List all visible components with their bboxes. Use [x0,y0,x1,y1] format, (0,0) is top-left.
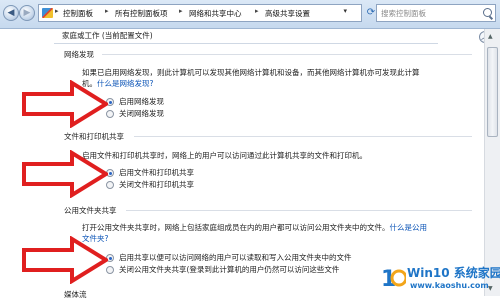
section-divider [126,210,472,211]
forward-button[interactable]: ▶ [19,5,35,21]
section-divider [134,136,472,137]
radio-label: 关闭公用文件夹共享(登录到此计算机的用户仍然可以访问这些文件 [119,265,340,274]
red-arrow-annotation [22,236,108,284]
red-arrow-annotation [22,150,108,198]
search-icon[interactable] [483,8,492,17]
profile-title: 家庭或工作 (当前配置文件) [62,31,153,40]
svg-text:1: 1 [381,267,396,292]
file-printer-description: 启用文件和打印机共享时，网络上的用户可以访问通过此计算机共享的文件和打印机。 [82,150,442,161]
back-button[interactable]: ◀ [3,5,19,21]
breadcrumb-all-items[interactable]: 所有控制面板项 [115,8,168,19]
section-title-file-printer-sharing: 文件和打印机共享 [64,132,124,141]
section-title-public-folder-sharing: 公用文件夹共享 [64,206,117,215]
vertical-scrollbar[interactable]: ▲ ▼ [484,29,500,296]
control-panel-icon [42,8,53,18]
description-text: 打开公用文件夹共享时，网络上包括家庭组成员在内的用户都可以访问公用文件夹中的文件… [82,223,390,232]
radio-label: 关闭文件和打印机共享 [119,180,194,189]
red-arrow-annotation [22,80,108,128]
section-title-network-discovery: 网络发现 [64,50,94,59]
address-bar[interactable]: ▸ 控制面板 ▸ 所有控制面板项 ▸ 网络和共享中心 ▸ 高级共享设置 ▾ [38,4,362,22]
radio-label: 关闭网络发现 [119,109,164,118]
description-text: 启用文件和打印机共享时，网络上的用户可以访问通过此计算机共享的文件和打印机。 [82,151,367,160]
site-watermark: 1 Win10 系统家园 www.kaoshu.com [380,262,500,296]
forward-arrow-icon: ▶ [23,8,31,18]
address-dropdown-icon[interactable]: ▾ [343,7,347,15]
profile-header[interactable]: 家庭或工作 (当前配置文件) ︿ [54,29,491,44]
radio-label: 启用网络发现 [119,97,164,106]
breadcrumb-control-panel[interactable]: 控制面板 [63,8,93,19]
public-folder-description: 打开公用文件夹共享时，网络上包括家庭组成员在内的用户都可以访问公用文件夹中的文件… [82,222,427,244]
win10-logo-icon: 1 [381,267,408,292]
search-input[interactable]: 搜索控制面板 [376,4,496,22]
address-toolbar: ◀ ▶ ▸ 控制面板 ▸ 所有控制面板项 ▸ 网络和共享中心 ▸ 高级共享设置 … [0,0,500,29]
radio-label: 启用文件和打印机共享 [119,168,194,177]
watermark-url: www.kaoshu.com [410,281,489,290]
scroll-thumb[interactable] [487,47,498,137]
breadcrumb-separator[interactable]: ▸ [255,7,259,15]
scroll-up-icon[interactable]: ▲ [488,33,493,40]
breadcrumb-separator[interactable]: ▸ [105,7,109,15]
breadcrumb-separator[interactable]: ▸ [55,7,59,15]
back-arrow-icon: ◀ [7,8,15,18]
network-discovery-description: 如果已启用网络发现，则此计算机可以发现其他网络计算机和设备，而其他网络计算机亦可… [82,67,422,89]
section-divider [102,54,472,55]
breadcrumb-advanced-sharing[interactable]: 高级共享设置 [265,8,310,19]
radio-label: 启用共享以便可以访问网络的用户可以读取和写入公用文件夹中的文件 [119,253,352,262]
section-title-media-streaming: 媒体流 [64,290,87,299]
breadcrumb-separator[interactable]: ▸ [179,7,183,15]
watermark-brand: Win10 系统家园 [407,266,500,280]
breadcrumb-network-center[interactable]: 网络和共享中心 [189,8,242,19]
search-placeholder: 搜索控制面板 [381,9,426,18]
